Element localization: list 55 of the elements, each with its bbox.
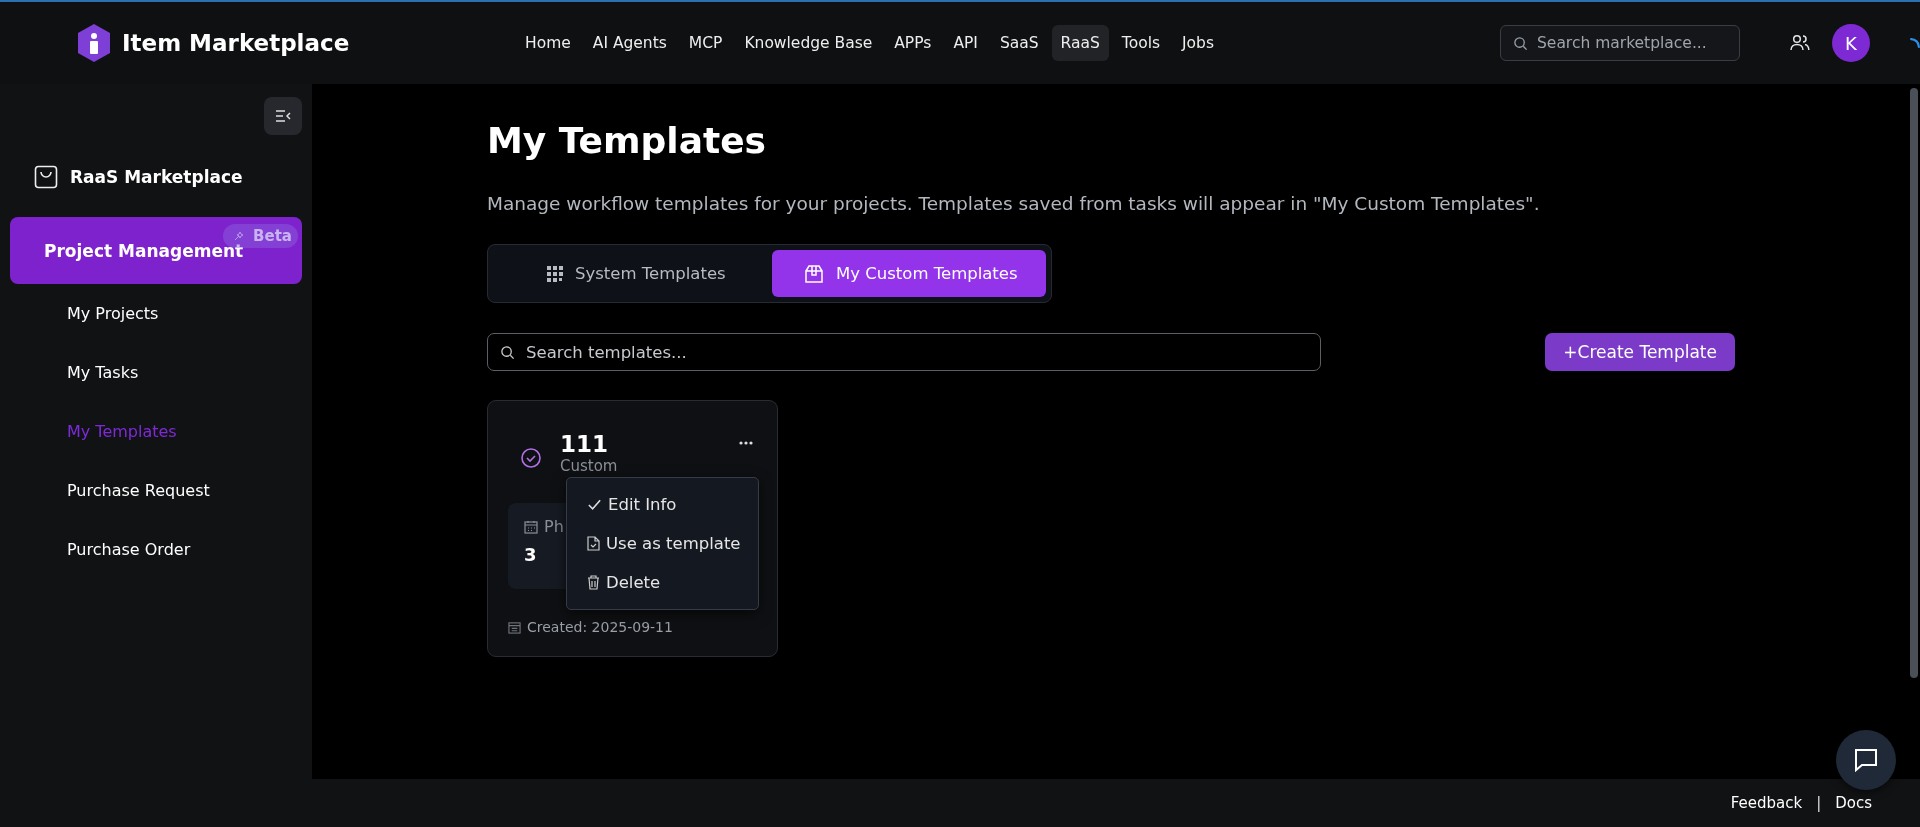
nav-link[interactable]: Tools (1112, 25, 1170, 61)
avatar[interactable]: K (1832, 24, 1870, 62)
box-icon (804, 263, 824, 284)
tab[interactable]: My Custom Templates (772, 250, 1046, 297)
document-icon (587, 536, 600, 551)
calendar-icon (508, 620, 521, 634)
logo-text: Item Marketplace (122, 30, 350, 56)
sidebar-item[interactable]: My Projects (67, 284, 159, 343)
template-title: 111 (560, 431, 609, 457)
grid-icon (547, 265, 563, 282)
section-title: RaaS Marketplace (70, 167, 243, 187)
check-circle-icon (520, 447, 542, 469)
created-date: Created: 2025-09-11 (527, 619, 673, 635)
menu-item[interactable]: Use as template (567, 524, 741, 563)
nav-link[interactable]: Home (516, 25, 580, 61)
check-icon (587, 497, 602, 512)
stat-value: 3 (524, 544, 537, 565)
nav-link[interactable]: Jobs (1173, 25, 1223, 61)
scrollbar-thumb[interactable] (1910, 88, 1918, 678)
nav-link[interactable]: API (944, 25, 987, 61)
docs-link[interactable]: Docs (1835, 794, 1872, 812)
search-field[interactable]: Search templates... (487, 333, 1321, 371)
menu-item[interactable]: Delete (567, 563, 661, 602)
nav-link[interactable]: APPs (885, 25, 941, 61)
collapse-sidebar-button[interactable] (264, 97, 302, 135)
nav-link[interactable]: AI Agents (583, 25, 676, 61)
logo-icon (76, 23, 112, 63)
bag-icon (34, 165, 58, 189)
stat-label: Ph (544, 517, 564, 536)
feedback-link[interactable]: Feedback (1730, 794, 1803, 812)
more-icon (739, 441, 753, 445)
menu-item[interactable]: Edit Info (567, 485, 677, 524)
sidebar-item[interactable]: My Tasks (67, 343, 139, 402)
users-icon[interactable] (1790, 34, 1810, 52)
sidebar-item[interactable]: Purchase Order (67, 520, 191, 579)
nav-link[interactable]: MCP (679, 25, 732, 61)
calendar-icon (524, 519, 538, 534)
chat-icon (1853, 747, 1879, 773)
nav-link[interactable]: RaaS (1051, 25, 1109, 61)
tab[interactable]: System Templates (493, 250, 768, 297)
trash-icon (587, 575, 600, 590)
separator: | (1816, 794, 1822, 812)
template-type: Custom (560, 457, 618, 475)
chat-button[interactable] (1836, 730, 1896, 790)
search-icon (1513, 35, 1528, 51)
nav-link[interactable]: Knowledge Base (735, 25, 882, 61)
search-icon (500, 344, 515, 360)
page-title: My Templates (487, 120, 767, 161)
loading-spinner-icon (1910, 38, 1920, 48)
collapse-icon (275, 109, 291, 123)
nav-link[interactable]: SaaS (990, 25, 1048, 61)
page-description: Manage workflow templates for your projects. Templates saved from tasks will appear in "My Custom Templates". (487, 193, 1541, 214)
search-field[interactable]: Search marketplace... (1500, 25, 1740, 61)
sidebar-item[interactable]: Purchase Request (67, 461, 210, 520)
create-template-button[interactable]: +Create Template (1545, 333, 1735, 371)
